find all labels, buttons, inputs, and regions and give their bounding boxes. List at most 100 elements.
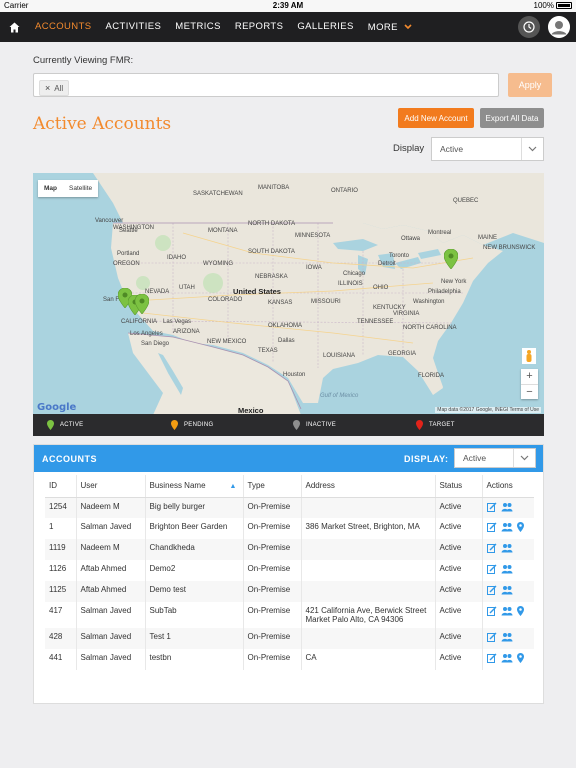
users-icon[interactable] [501, 632, 513, 644]
home-icon [9, 22, 19, 32]
edit-icon[interactable] [486, 585, 497, 597]
cell-user: Salman Javed [76, 518, 146, 539]
nav-accounts[interactable]: ACCOUNTS [28, 12, 99, 42]
table-row[interactable]: 1 Salman Javed Brighton Beer Garden On-Prem… [45, 518, 534, 539]
cell-user: Salman Javed [76, 649, 146, 670]
chevron-down-icon [404, 22, 412, 32]
map-label: IDAHO [167, 255, 187, 261]
table-header-row: ID User Business Name ▲ Type Address Stat… [45, 475, 534, 498]
cell-status: Active [435, 539, 483, 560]
clock-button[interactable] [518, 16, 540, 38]
accounts-display-select[interactable]: Active [454, 448, 536, 468]
clock-time: 2:39 AM [272, 1, 304, 10]
active-account-pin[interactable] [135, 294, 149, 314]
legend-active: ACTIVE [47, 420, 83, 430]
status-bar: Carrier 2:39 AM 100% [0, 0, 576, 12]
map-label: Montreal [428, 230, 452, 236]
table-row[interactable]: 1254 Nadeem M Big belly burger On-Premise Ac… [45, 497, 534, 518]
edit-icon[interactable] [486, 606, 497, 618]
map-label: United States [233, 287, 281, 296]
chip-label: All [54, 83, 64, 93]
table-row[interactable]: 417 Salman Javed SubTab On-Premise 421 Calif… [45, 602, 534, 628]
accounts-display-label: DISPLAY: [404, 453, 449, 464]
battery-icon [556, 2, 572, 9]
display-select-value: Active [440, 144, 464, 154]
cell-address [301, 539, 436, 560]
map-label: OREGON [113, 261, 140, 267]
nav-metrics[interactable]: METRICS [168, 12, 228, 42]
table-row[interactable]: 441 Salman Javed testbn On-Premise CA Active [45, 649, 534, 670]
location-pin-icon[interactable] [516, 522, 524, 534]
users-icon[interactable] [501, 502, 513, 514]
users-icon[interactable] [501, 606, 513, 618]
users-icon[interactable] [501, 653, 513, 665]
col-business-name[interactable]: Business Name ▲ [145, 475, 244, 498]
col-type[interactable]: Type [243, 475, 302, 498]
users-icon[interactable] [501, 564, 513, 576]
map-tab-satellite[interactable]: Satellite [63, 180, 98, 197]
street-view-pegman-icon[interactable] [522, 348, 536, 364]
export-data-button[interactable]: Export All Data [480, 108, 544, 128]
display-select[interactable]: Active [431, 137, 544, 161]
active-account-pin[interactable] [444, 249, 458, 269]
cell-business-name: Test 1 [145, 628, 244, 649]
google-logo: Google [37, 402, 76, 413]
users-icon[interactable] [501, 585, 513, 597]
chip-remove-icon[interactable]: × [45, 83, 50, 93]
zoom-out-button[interactable]: − [521, 384, 538, 399]
nav-more[interactable]: MORE [361, 12, 419, 42]
add-account-button[interactable]: Add New Account [398, 108, 474, 128]
zoom-in-button[interactable]: + [521, 369, 538, 384]
map-label: TEXAS [258, 348, 278, 354]
col-actions: Actions [482, 475, 534, 498]
home-button[interactable] [0, 12, 28, 42]
map-attribution[interactable]: Map data ©2017 Google, INEGI Terms of Us… [435, 407, 541, 413]
battery-indicator: 100% [534, 1, 572, 10]
table-row[interactable]: 1126 Aftab Ahmed Demo2 On-Premise Active [45, 560, 534, 581]
users-icon[interactable] [501, 543, 513, 555]
nav-reports[interactable]: REPORTS [228, 12, 291, 42]
edit-icon[interactable] [486, 564, 497, 576]
cell-user: Salman Javed [76, 602, 146, 628]
col-id[interactable]: ID [45, 475, 77, 498]
edit-icon[interactable] [486, 522, 497, 534]
map-label: ARIZONA [173, 329, 200, 335]
fmr-filter-input[interactable]: × All [33, 73, 499, 97]
top-nav: ACCOUNTS ACTIVITIES METRICS REPORTS GALL… [0, 12, 576, 42]
apply-button[interactable]: Apply [508, 73, 552, 97]
cell-business-name: Demo test [145, 581, 244, 602]
location-pin-icon[interactable] [516, 606, 524, 618]
cell-address [301, 560, 436, 581]
edit-icon[interactable] [486, 502, 497, 514]
cell-business-name: SubTab [145, 602, 244, 628]
accounts-map[interactable]: Vancouver Seattle WASHINGTON MONTANA NOR… [33, 173, 544, 415]
nav-galleries[interactable]: GALLERIES [290, 12, 360, 42]
cell-status: Active [435, 560, 483, 581]
map-type-toggle: Map Satellite [38, 180, 99, 197]
cell-user: Aftab Ahmed [76, 581, 146, 602]
user-avatar-button[interactable] [548, 16, 570, 38]
location-pin-icon[interactable] [516, 653, 524, 665]
map-label: LOUISIANA [323, 353, 356, 359]
page-title: Active Accounts [33, 114, 172, 134]
sort-ascending-icon: ▲ [229, 483, 237, 491]
legend-label: PENDING [184, 422, 214, 428]
edit-icon[interactable] [486, 632, 497, 644]
users-icon[interactable] [501, 522, 513, 534]
map-label: Washington [413, 299, 445, 305]
cell-address [301, 581, 436, 602]
table-row[interactable]: 1119 Nadeem M Chandkheda On-Premise Active [45, 539, 534, 560]
edit-icon[interactable] [486, 543, 497, 555]
map-label: Ottawa [401, 236, 421, 242]
col-user[interactable]: User [76, 475, 146, 498]
col-status[interactable]: Status [435, 475, 483, 498]
map-label: OHIO [373, 285, 389, 291]
nav-activities[interactable]: ACTIVITIES [99, 12, 169, 42]
table-row[interactable]: 428 Salman Javed Test 1 On-Premise Active [45, 628, 534, 649]
clock-icon [523, 21, 535, 33]
map-background [33, 173, 544, 415]
table-row[interactable]: 1125 Aftab Ahmed Demo test On-Premise Active [45, 581, 534, 602]
map-tab-map[interactable]: Map [38, 180, 63, 197]
col-address[interactable]: Address [301, 475, 436, 498]
edit-icon[interactable] [486, 653, 497, 665]
